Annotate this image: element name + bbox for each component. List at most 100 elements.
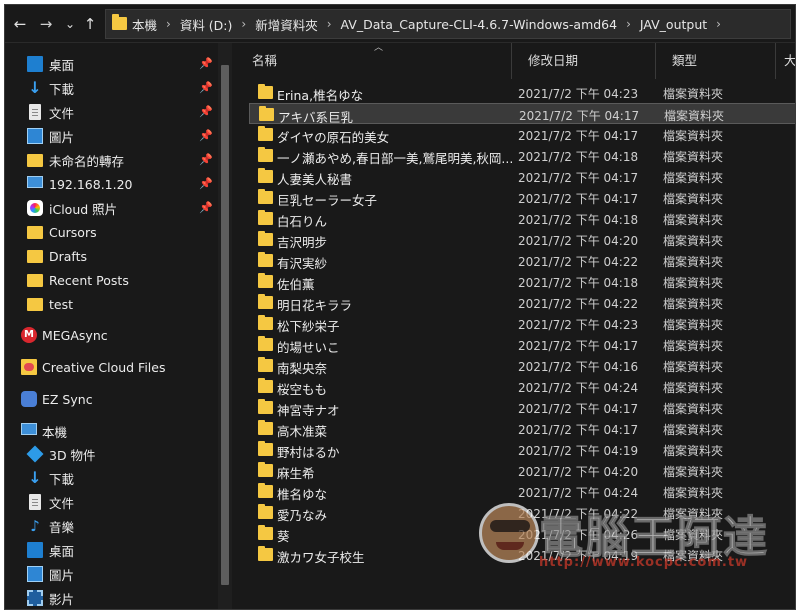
file-row[interactable]: 吉沢明步 2021/7/2 下午 04:20 檔案資料夾 <box>249 229 795 250</box>
desktop-icon <box>27 542 43 558</box>
breadcrumb-chevron-icon[interactable]: › <box>166 17 171 31</box>
breadcrumb: 本機 › 資料 (D:) › 新增資料夾 › AV_Data_Capture-CLI-4.6… <box>132 10 730 38</box>
breadcrumb-chevron-icon[interactable]: › <box>716 17 721 31</box>
sidebar-item-label: EZ Sync <box>42 391 93 407</box>
file-modified-date: 2021/7/2 下午 04:17 <box>518 129 639 143</box>
sidebar-item-label: 下載 <box>49 81 75 97</box>
breadcrumb-item[interactable]: AV_Data_Capture-CLI-4.6.7-Windows-amd64 <box>341 17 618 32</box>
folder-icon <box>27 274 43 287</box>
column-header-modified[interactable]: 修改日期 <box>512 43 656 79</box>
desktop-icon <box>27 56 43 72</box>
file-row[interactable]: アキバ系巨乳 2021/7/2 下午 04:17 檔案資料夾 <box>249 103 795 125</box>
sidebar-item[interactable]: 影片 <box>5 587 217 609</box>
scrollbar-thumb[interactable] <box>221 65 229 585</box>
sidebar-item[interactable]: 圖片 <box>5 563 217 585</box>
file-name: 神宮寺ナオ <box>277 403 340 418</box>
navigation-pane-scrollbar[interactable] <box>218 43 232 609</box>
pin-icon: 📌 <box>199 57 213 70</box>
file-row[interactable]: 松下紗栄子 2021/7/2 下午 04:23 檔案資料夾 <box>249 313 795 334</box>
sidebar-item[interactable]: 未命名的轉存 📌 <box>5 149 217 171</box>
sidebar-item[interactable]: ↓ 下載 <box>5 467 217 489</box>
sidebar-item[interactable]: 文件 <box>5 491 217 513</box>
folder-icon <box>258 357 273 372</box>
file-row[interactable]: 明日花キララ 2021/7/2 下午 04:22 檔案資料夾 <box>249 292 795 313</box>
folder-icon <box>258 252 273 267</box>
breadcrumb-item[interactable]: 本機 <box>132 15 157 34</box>
sidebar-item[interactable]: ↓ 下載 📌 <box>5 77 217 99</box>
pin-icon: 📌 <box>199 105 213 118</box>
column-header-modified-label: 修改日期 <box>528 53 579 68</box>
file-row[interactable]: 野村はるか 2021/7/2 下午 04:19 檔案資料夾 <box>249 439 795 460</box>
address-bar[interactable]: 本機 › 資料 (D:) › 新增資料夾 › AV_Data_Capture-CLI-4.6… <box>105 9 791 39</box>
breadcrumb-item[interactable]: JAV_output <box>640 17 707 32</box>
sidebar-item-label: MEGAsync <box>42 327 108 343</box>
column-header-type[interactable]: 類型 <box>656 43 776 79</box>
breadcrumb-chevron-icon[interactable]: › <box>327 17 332 31</box>
sidebar-item[interactable]: iCloud 照片 📌 <box>5 197 217 219</box>
breadcrumb-item[interactable]: 新增資料夾 <box>255 15 318 34</box>
column-header-name[interactable]: ︿ 名稱 <box>236 43 512 79</box>
sidebar-item[interactable]: 桌面 📌 <box>5 53 217 75</box>
file-row[interactable]: 的場せいこ 2021/7/2 下午 04:17 檔案資料夾 <box>249 334 795 355</box>
file-type: 檔案資料夾 <box>663 171 724 185</box>
file-modified-date: 2021/7/2 下午 04:17 <box>518 402 639 416</box>
up-arrow-icon[interactable]: ↑ <box>79 14 101 34</box>
sidebar-item[interactable]: 圖片 📌 <box>5 125 217 147</box>
file-row[interactable]: 一ノ瀬あやめ,春日部一美,鷲尾明美,秋岡... 2021/7/2 下午 04:18… <box>249 145 795 166</box>
breadcrumb-chevron-icon[interactable]: › <box>241 17 246 31</box>
sidebar-item[interactable]: 桌面 <box>5 539 217 561</box>
back-arrow-icon[interactable]: ← <box>9 14 31 34</box>
folder-icon <box>258 420 273 435</box>
sidebar-item-label: Creative Cloud Files <box>42 359 166 375</box>
file-row[interactable]: 南梨央奈 2021/7/2 下午 04:16 檔案資料夾 <box>249 355 795 376</box>
sidebar-item-label: 桌面 <box>49 543 75 559</box>
file-row[interactable]: 白石りん 2021/7/2 下午 04:18 檔案資料夾 <box>249 208 795 229</box>
sidebar-item-label: Drafts <box>49 248 88 264</box>
file-row[interactable]: 佐伯薫 2021/7/2 下午 04:18 檔案資料夾 <box>249 271 795 292</box>
file-row[interactable]: 巨乳セーラー女子 2021/7/2 下午 04:17 檔案資料夾 <box>249 187 795 208</box>
sidebar-item[interactable]: EZ Sync <box>5 388 217 410</box>
recent-locations-chevron-icon[interactable]: ⌄ <box>59 14 81 34</box>
folder-icon <box>27 250 43 263</box>
folder-icon <box>258 336 273 351</box>
sidebar-item[interactable]: Creative Cloud Files <box>5 356 217 378</box>
sidebar-item-label: 未命名的轉存 <box>49 153 125 169</box>
folder-icon <box>259 106 274 121</box>
folder-icon <box>258 441 273 456</box>
file-modified-date: 2021/7/2 下午 04:17 <box>518 423 639 437</box>
file-row[interactable]: 人妻美人秘書 2021/7/2 下午 04:17 檔案資料夾 <box>249 166 795 187</box>
file-type: 檔案資料夾 <box>663 402 724 416</box>
sidebar-item[interactable]: test <box>5 293 217 315</box>
file-type: 檔案資料夾 <box>663 255 724 269</box>
file-row[interactable]: 麻生希 2021/7/2 下午 04:20 檔案資料夾 <box>249 460 795 481</box>
navigation-pane: 桌面 📌 ↓ 下載 📌 文件 📌 圖片 📌 未命名的轉存 📌 192.168.1.20 📌 iCloud … <box>5 43 233 609</box>
sidebar-item-label: 文件 <box>49 105 75 121</box>
file-row[interactable]: ダイヤの原石的美女 2021/7/2 下午 04:17 檔案資料夾 <box>249 124 795 145</box>
file-row[interactable]: 有沢実紗 2021/7/2 下午 04:22 檔案資料夾 <box>249 250 795 271</box>
sidebar-item[interactable]: ♪ 音樂 <box>5 515 217 537</box>
download-icon: ↓ <box>28 468 42 487</box>
sidebar-item[interactable]: Cursors <box>5 221 217 243</box>
breadcrumb-chevron-icon[interactable]: › <box>626 17 631 31</box>
sidebar-item[interactable]: M MEGAsync <box>5 324 217 346</box>
sidebar-item[interactable]: Drafts <box>5 245 217 267</box>
file-row[interactable]: 桜空もも 2021/7/2 下午 04:24 檔案資料夾 <box>249 376 795 397</box>
sidebar-item[interactable]: 192.168.1.20 📌 <box>5 173 217 195</box>
sidebar-item[interactable]: 文件 📌 <box>5 101 217 123</box>
forward-arrow-icon[interactable]: → <box>35 14 57 34</box>
file-row[interactable]: Erina,椎名ゆな 2021/7/2 下午 04:23 檔案資料夾 <box>249 82 795 103</box>
sidebar-item[interactable]: Recent Posts <box>5 269 217 291</box>
file-name: 南梨央奈 <box>277 361 328 376</box>
sidebar-item[interactable]: 3D 物件 <box>5 443 217 465</box>
sidebar-item-label: 3D 物件 <box>49 447 96 463</box>
file-row[interactable]: 高木准菜 2021/7/2 下午 04:17 檔案資料夾 <box>249 418 795 439</box>
folder-icon <box>258 189 273 204</box>
file-explorer-window: ← → ⌄ ↑ 本機 › 資料 (D:) › 新增資料夾 › AV_Data_Capture… <box>4 4 796 610</box>
sidebar-item-label: Recent Posts <box>49 272 129 288</box>
folder-icon <box>258 483 273 498</box>
sidebar-item[interactable]: 本機 <box>5 420 217 442</box>
file-name: 桜空もも <box>277 382 328 397</box>
file-row[interactable]: 神宮寺ナオ 2021/7/2 下午 04:17 檔案資料夾 <box>249 397 795 418</box>
column-header-size[interactable]: 大小 <box>776 43 795 79</box>
breadcrumb-item[interactable]: 資料 (D:) <box>180 15 233 34</box>
